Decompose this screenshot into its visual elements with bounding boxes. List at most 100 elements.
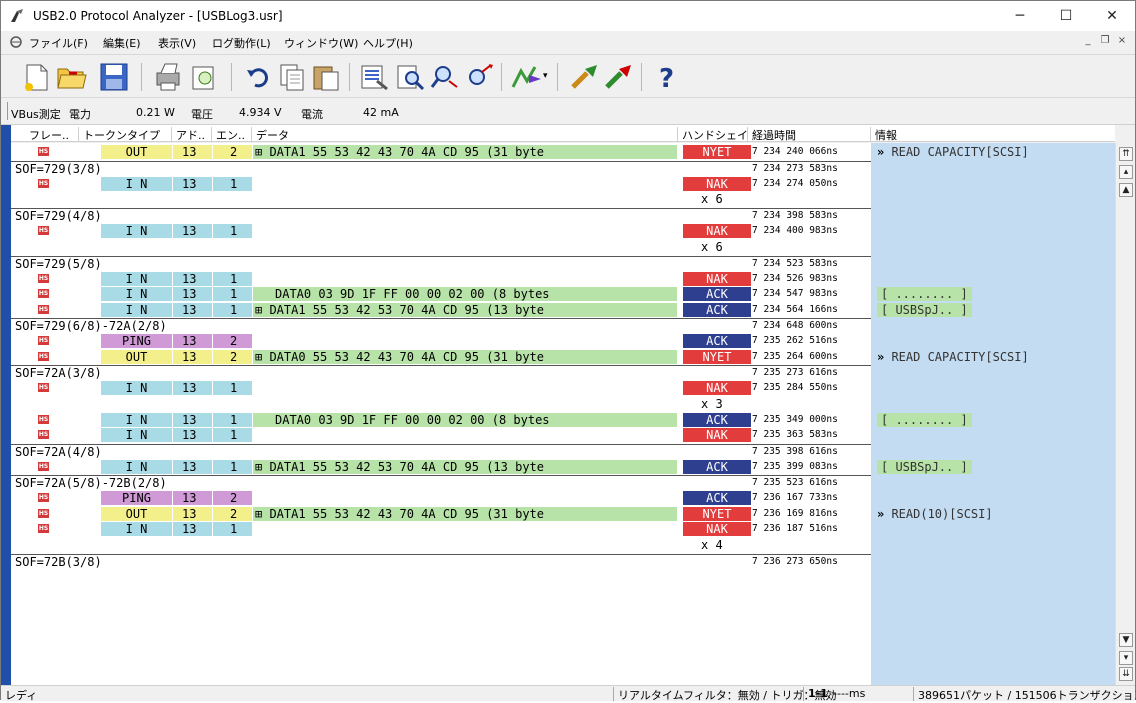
data-cell[interactable]: ⊞ DATA1 55 53 42 53 70 4A CD 95 (13 byte xyxy=(253,302,677,317)
expand-plus-icon[interactable]: ⊞ xyxy=(255,507,269,521)
search-next-icon[interactable] xyxy=(463,61,497,93)
save-disk-icon[interactable] xyxy=(97,61,131,93)
data-payload: DATA1 55 53 42 43 70 4A CD 95 (31 byte xyxy=(269,506,544,521)
packet-list[interactable]: HS OUT 13 2 ⊞ DATA1 55 53 42 43 70 4A CD 95 … xyxy=(11,143,1115,685)
minimize-button[interactable]: ─ xyxy=(997,1,1043,31)
token-cell: I N xyxy=(101,302,172,317)
elapsed-time: 7 236 187 516ns xyxy=(752,523,838,534)
scroll-bottom-button[interactable]: ⇊ xyxy=(1119,667,1133,681)
expand-arrow-icon[interactable]: » xyxy=(877,507,891,521)
maximize-button[interactable]: ☐ xyxy=(1043,1,1089,31)
data-cell[interactable]: DATA0 03 9D 1F FF 00 00 02 00 (8 bytes xyxy=(253,412,677,427)
open-folder-icon[interactable] xyxy=(55,61,89,93)
sof-row[interactable]: SOF=729(5/8) xyxy=(11,255,871,271)
menu-log-operation[interactable]: ログ動作(L) xyxy=(212,35,271,51)
print-icon[interactable] xyxy=(151,61,185,93)
packet-row[interactable]: HS I N 13 1 DATA0 03 9D 1F FF 00 00 02 00 (8… xyxy=(11,412,1115,427)
packet-row[interactable]: HS I N 13 1 ⊞ DATA1 55 53 42 53 70 4A CD 95 … xyxy=(11,302,1115,317)
sof-row[interactable]: SOF=72A(4/8) xyxy=(11,443,871,459)
sof-row[interactable]: SOF=72B(3/8) xyxy=(11,553,871,569)
scroll-page-down-button[interactable]: ▾ xyxy=(1119,651,1133,665)
column-data[interactable]: データ xyxy=(252,127,678,141)
packet-row[interactable]: HS I N 13 1 ⊞ DATA1 55 53 42 53 70 4A CD 95 … xyxy=(11,459,1115,474)
menu-file[interactable]: ファイル(F) xyxy=(29,35,88,51)
token-cell: PING xyxy=(101,334,172,348)
packet-row[interactable]: HS OUT 13 2 ⊞ DATA1 55 53 42 43 70 4A CD 95 … xyxy=(11,145,1115,159)
info-text: [ ........ ] xyxy=(877,412,972,427)
packet-row[interactable]: HS OUT 13 2 ⊞ DATA1 55 53 42 43 70 4A CD 95 … xyxy=(11,506,1115,521)
find-icon[interactable] xyxy=(393,61,427,93)
address-cell: 13 xyxy=(173,522,212,536)
packet-row[interactable]: HS OUT 13 2 ⊞ DATA0 55 53 42 43 70 4A CD 95 … xyxy=(11,349,1115,364)
endpoint-cell: 1 xyxy=(213,287,252,301)
expand-plus-icon[interactable]: ⊞ xyxy=(255,303,269,317)
packet-row[interactable]: HS I N 13 1 DATA0 03 9D 1F FF 00 00 02 00 (8… xyxy=(11,287,1115,301)
column-endpoint[interactable]: エン.. xyxy=(212,127,252,141)
packet-row[interactable]: HS I N 13 1 NAK 7 234 274 050ns xyxy=(11,176,1115,191)
packet-row[interactable]: HS I N 13 1 NAK 7 235 284 550ns xyxy=(11,381,1115,395)
sof-row[interactable]: SOF=729(3/8) xyxy=(11,160,871,176)
stop-capture-icon[interactable] xyxy=(601,61,635,93)
repeat-count: x 4 xyxy=(701,537,723,552)
copy-icon[interactable] xyxy=(275,61,309,93)
data-cell[interactable]: ⊞ DATA1 55 53 42 43 70 4A CD 95 (31 byte xyxy=(253,506,677,521)
column-token-type[interactable]: トークンタイプ xyxy=(79,127,172,141)
sof-row[interactable]: SOF=729(6/8)-72A(2/8) xyxy=(11,318,871,333)
column-handshake[interactable]: ハンドシェイ.. xyxy=(678,127,748,141)
packet-row[interactable]: HS PING 13 2 ACK 7 236 167 733ns xyxy=(11,491,1115,505)
info-label: READ(10)[SCSI] xyxy=(891,506,993,521)
mdi-minimize-button[interactable]: _ xyxy=(1081,35,1095,49)
window-title: USB2.0 Protocol Analyzer - [USBLog3.usr] xyxy=(33,9,283,23)
expand-plus-icon[interactable]: ⊞ xyxy=(255,145,269,159)
print-preview-icon[interactable] xyxy=(187,61,221,93)
scroll-up-button[interactable]: ▲ xyxy=(1119,183,1133,197)
expand-arrow-icon[interactable]: » xyxy=(877,145,891,159)
mdi-restore-button[interactable]: ❐ xyxy=(1098,35,1112,49)
endpoint-cell: 1 xyxy=(213,412,252,427)
sof-row[interactable]: SOF=72A(3/8) xyxy=(11,365,871,380)
data-cell[interactable]: ⊞ DATA1 55 53 42 43 70 4A CD 95 (31 byte xyxy=(253,145,677,159)
trigger-icon[interactable] xyxy=(509,61,543,93)
vertical-scrollbar[interactable]: ⇈ ▴ ▲ ▼ ▾ ⇊ xyxy=(1115,143,1135,685)
endpoint-cell: 1 xyxy=(213,224,252,238)
expand-plus-icon[interactable]: ⊞ xyxy=(255,350,269,364)
mdi-close-button[interactable]: × xyxy=(1115,35,1129,49)
packet-row[interactable]: HS I N 13 1 NAK 7 235 363 583ns xyxy=(11,428,1115,442)
data-cell[interactable]: ⊞ DATA0 55 53 42 43 70 4A CD 95 (31 byte xyxy=(253,349,677,364)
document-icon[interactable] xyxy=(9,35,23,49)
endpoint-cell: 2 xyxy=(213,334,252,348)
start-capture-icon[interactable] xyxy=(567,61,601,93)
paste-icon[interactable] xyxy=(309,61,343,93)
new-file-icon[interactable] xyxy=(19,61,53,93)
handshake-badge: NAK xyxy=(683,428,751,442)
column-frame[interactable]: フレー.. xyxy=(25,127,79,141)
packet-row[interactable]: HS PING 13 2 ACK 7 235 262 516ns xyxy=(11,334,1115,348)
column-address[interactable]: アド.. xyxy=(172,127,212,141)
expand-plus-icon[interactable]: ⊞ xyxy=(255,460,269,474)
close-button[interactable]: ✕ xyxy=(1089,1,1135,31)
data-cell[interactable]: ⊞ DATA1 55 53 42 53 70 4A CD 95 (13 byte xyxy=(253,459,677,474)
column-info[interactable]: 情報 xyxy=(871,127,1115,141)
menu-view[interactable]: 表示(V) xyxy=(158,35,196,51)
menu-edit[interactable]: 編集(E) xyxy=(103,35,141,51)
scroll-top-button[interactable]: ⇈ xyxy=(1119,147,1133,161)
sof-row[interactable]: SOF=72A(5/8)-72B(2/8) xyxy=(11,475,871,490)
filter-settings-icon[interactable] xyxy=(357,61,391,93)
trigger-dropdown-arrow[interactable]: ▾ xyxy=(543,71,548,81)
packet-row[interactable]: HS I N 13 1 NAK 7 234 526 983ns xyxy=(11,271,1115,286)
packet-row[interactable]: HS I N 13 1 NAK 7 236 187 516ns xyxy=(11,522,1115,536)
column-elapsed-time[interactable]: 経過時間 xyxy=(748,127,871,141)
menu-help[interactable]: ヘルプ(H) xyxy=(363,35,413,51)
menu-window[interactable]: ウィンドウ(W) xyxy=(284,35,358,51)
data-payload: DATA1 55 53 42 53 70 4A CD 95 (13 byte xyxy=(269,302,544,317)
sof-row[interactable]: SOF=729(4/8) xyxy=(11,208,871,223)
search-prev-icon[interactable] xyxy=(429,61,463,93)
elapsed-time: 7 235 523 616ns xyxy=(752,477,838,488)
help-question-icon[interactable]: ? xyxy=(649,61,683,93)
undo-icon[interactable] xyxy=(241,61,275,93)
scroll-down-button[interactable]: ▼ xyxy=(1119,633,1133,647)
expand-arrow-icon[interactable]: » xyxy=(877,350,891,364)
data-cell[interactable]: DATA0 03 9D 1F FF 00 00 02 00 (8 bytes xyxy=(253,287,677,301)
packet-row[interactable]: HS I N 13 1 NAK 7 234 400 983ns xyxy=(11,224,1115,238)
scroll-page-up-button[interactable]: ▴ xyxy=(1119,165,1133,179)
